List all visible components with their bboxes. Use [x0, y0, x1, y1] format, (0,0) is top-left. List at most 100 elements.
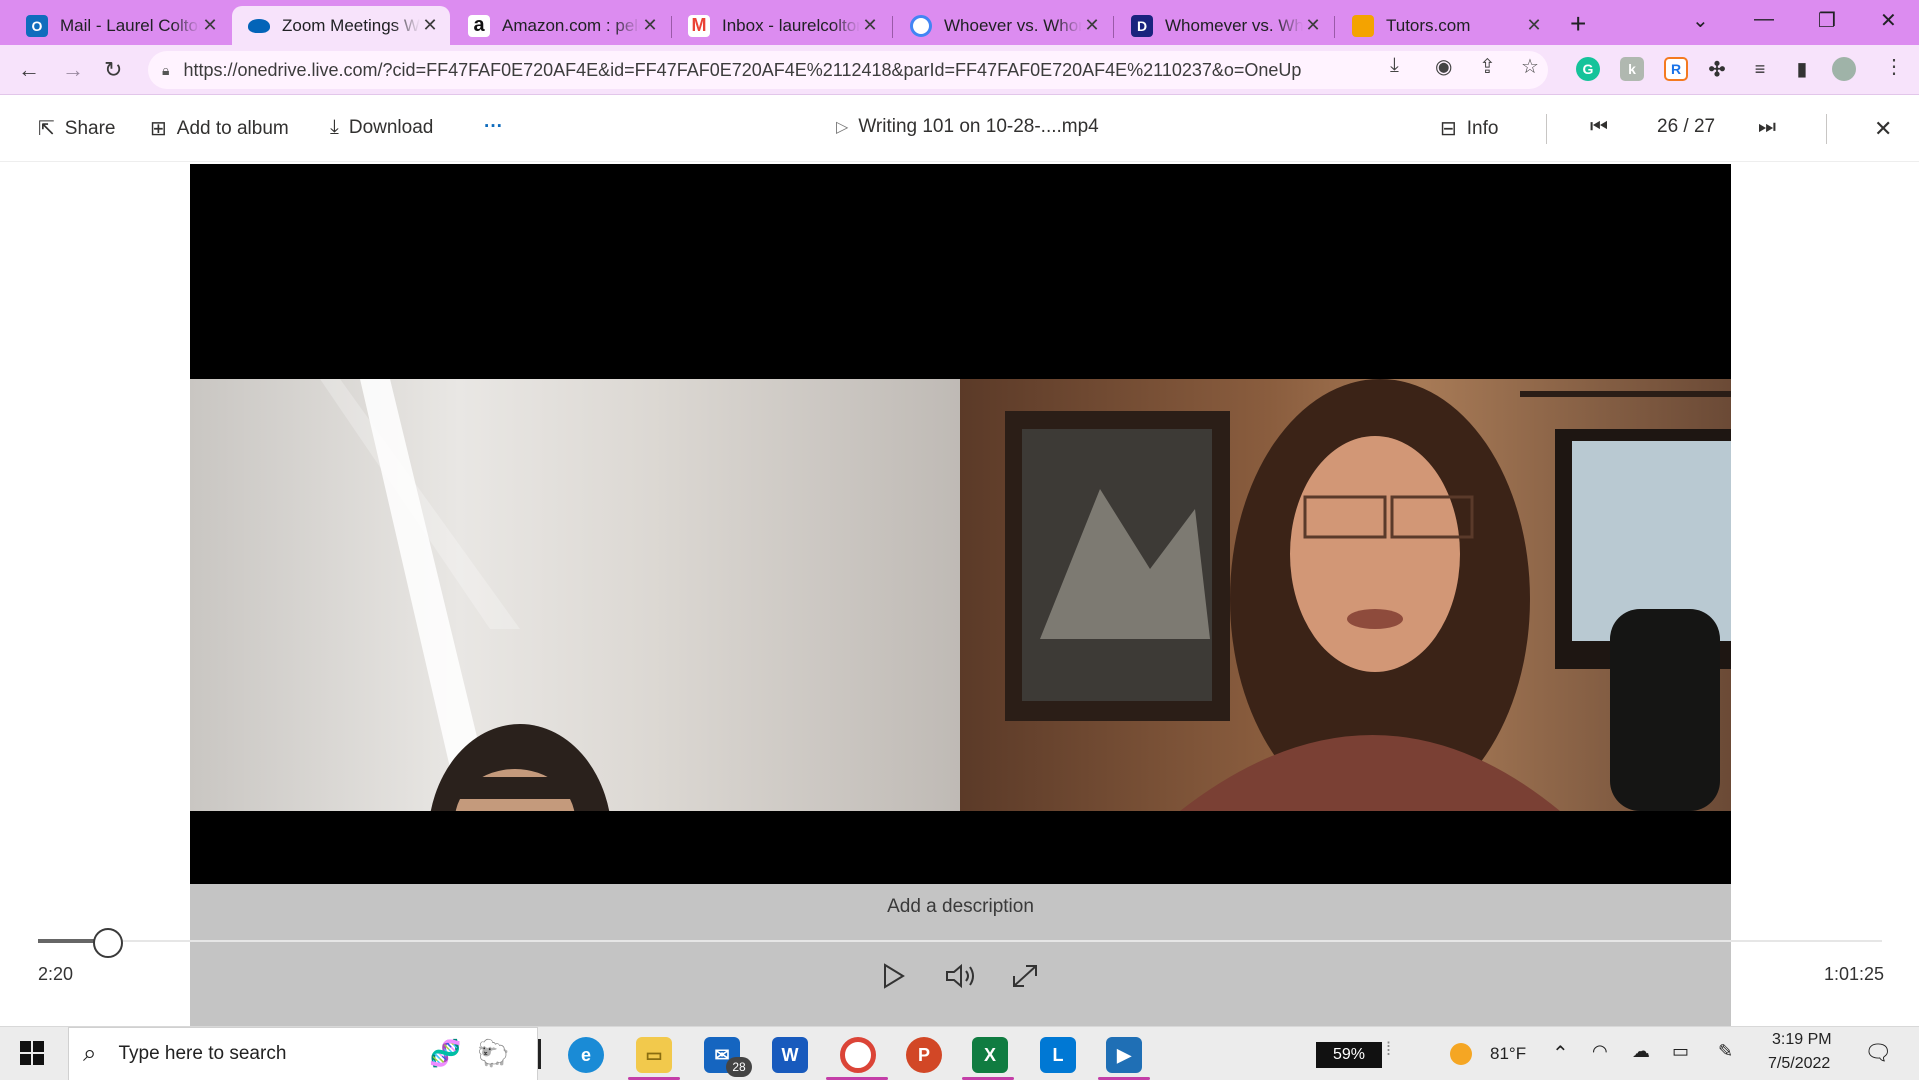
- weather-temp[interactable]: 81°F: [1490, 1044, 1526, 1064]
- fullscreen-button[interactable]: [1010, 962, 1040, 997]
- tab-gmail[interactable]: M Inbox - laurelcolton ✕: [672, 6, 890, 45]
- previous-item-button[interactable]: ⏮: [1590, 116, 1608, 139]
- tab-mail[interactable]: O Mail - Laurel Colton ✕: [10, 6, 230, 45]
- onedrive-cloud-icon[interactable]: ☁︎: [1632, 1041, 1650, 1062]
- lock-icon[interactable]: 🔒︎: [162, 62, 169, 79]
- file-explorer-app-icon[interactable]: ▭: [636, 1037, 672, 1073]
- restore-icon[interactable]: ❐: [1818, 8, 1836, 33]
- side-panel-icon[interactable]: ▮: [1790, 57, 1814, 81]
- clock-time[interactable]: 3:19 PM: [1772, 1031, 1832, 1049]
- amazon-icon: a: [468, 14, 490, 37]
- minimize-icon[interactable]: —: [1754, 8, 1774, 31]
- item-position: 26 / 27: [1657, 116, 1715, 138]
- download-button[interactable]: ⤓ Download: [330, 116, 433, 139]
- tab-search-chevron-icon[interactable]: ⌄: [1692, 8, 1709, 33]
- tab-separator: [1334, 16, 1335, 38]
- back-icon[interactable]: ←: [18, 57, 40, 83]
- share-button[interactable]: ⇱ Share: [38, 116, 115, 141]
- onedrive-command-bar: ⇱ Share ⊞ Add to album ⤓ Download ··· ▷ …: [0, 96, 1919, 162]
- close-icon[interactable]: ✕: [1524, 15, 1544, 36]
- dictionary-icon: D: [1131, 14, 1153, 37]
- search-placeholder: Type here to search: [118, 1043, 287, 1064]
- edge-app-icon[interactable]: e: [568, 1037, 604, 1073]
- seek-thumb[interactable]: [93, 928, 124, 958]
- close-icon[interactable]: ✕: [200, 15, 220, 36]
- media-app-icon[interactable]: ▶: [1106, 1037, 1142, 1073]
- tab-whoever[interactable]: Whoever vs. Whom ✕: [894, 6, 1112, 45]
- browser-toolbar: ← → ↻ 🔒︎ https://onedrive.live.com/?cid=…: [0, 45, 1919, 95]
- close-icon[interactable]: ✕: [420, 15, 440, 36]
- chrome-app-icon[interactable]: [840, 1037, 876, 1073]
- tab-amazon[interactable]: a Amazon.com : pelo ✕: [452, 6, 670, 45]
- word-app-icon[interactable]: W: [772, 1037, 808, 1073]
- add-description-field[interactable]: Add a description: [190, 896, 1731, 918]
- next-item-button[interactable]: ⏭: [1758, 116, 1776, 139]
- tab-whomever[interactable]: D Whomever vs. Who ✕: [1115, 6, 1333, 45]
- tracking-eye-icon[interactable]: ◉: [1435, 54, 1452, 79]
- url-text[interactable]: https://onedrive.live.com/?cid=FF47FAF0E…: [183, 60, 1301, 81]
- info-label: Info: [1466, 117, 1499, 139]
- description-area[interactable]: Add a description: [190, 884, 1731, 1026]
- mic-icon[interactable]: ⁞: [1386, 1039, 1391, 1060]
- tab-title: Inbox - laurelcolton: [722, 15, 860, 35]
- windows-start-button[interactable]: [20, 1041, 44, 1070]
- extension-icon[interactable]: k: [1620, 57, 1644, 81]
- play-button[interactable]: [882, 962, 906, 997]
- new-tab-plus-icon[interactable]: +: [1570, 8, 1586, 40]
- close-icon[interactable]: ✕: [1303, 15, 1323, 36]
- video-frame-right: [1005, 379, 1731, 811]
- tab-title: Tutors.com: [1386, 15, 1471, 35]
- notifications-icon[interactable]: 🗨︎: [1864, 1040, 1892, 1066]
- extensions-puzzle-icon[interactable]: ✣: [1705, 57, 1729, 81]
- share-page-icon[interactable]: ⇪: [1479, 54, 1496, 79]
- bookmark-star-icon[interactable]: ☆: [1521, 54, 1539, 79]
- seek-bar[interactable]: [38, 940, 1882, 942]
- media-control-icon[interactable]: ≡: [1748, 57, 1772, 81]
- readwrite-extension-icon[interactable]: R: [1664, 57, 1688, 81]
- battery-meter[interactable]: 59%: [1316, 1042, 1382, 1068]
- pen-icon[interactable]: ✎: [1718, 1041, 1733, 1062]
- browser-menu-icon[interactable]: ⋮: [1884, 54, 1904, 79]
- info-button[interactable]: ⊟ Info: [1440, 116, 1498, 141]
- profile-avatar[interactable]: [1832, 57, 1856, 81]
- video-feed-right: [960, 379, 1731, 811]
- download-label: Download: [348, 116, 434, 138]
- taskbar-search[interactable]: ⌕ Type here to search 🧬 🐑: [68, 1027, 538, 1080]
- tab-onedrive[interactable]: Zoom Meetings W ✕: [232, 6, 450, 45]
- forward-icon[interactable]: →: [62, 57, 84, 83]
- reload-icon[interactable]: ↻: [104, 57, 122, 83]
- clock-date[interactable]: 7/5/2022: [1768, 1055, 1830, 1073]
- battery-icon[interactable]: ▭: [1672, 1041, 1689, 1062]
- more-options-label: ···: [484, 116, 503, 137]
- close-icon[interactable]: ✕: [1082, 15, 1102, 36]
- tab-title: Amazon.com : pelo: [502, 15, 640, 35]
- next-icon: ⏭: [1758, 116, 1776, 138]
- powerpoint-app-icon[interactable]: P: [906, 1037, 942, 1073]
- tutors-icon: [1352, 14, 1374, 37]
- close-icon: ✕: [1874, 116, 1893, 141]
- network-icon[interactable]: ◠: [1592, 1041, 1608, 1062]
- add-to-album-button[interactable]: ⊞ Add to album: [150, 116, 289, 141]
- excel-app-icon[interactable]: X: [972, 1037, 1008, 1073]
- tab-title: Mail - Laurel Colton: [60, 15, 200, 35]
- address-bar[interactable]: 🔒︎ https://onedrive.live.com/?cid=FF47FA…: [148, 51, 1548, 89]
- l-app-icon[interactable]: L: [1040, 1037, 1076, 1073]
- file-name: ▷ Writing 101 on 10-28-....mp4: [836, 116, 1099, 138]
- video-player[interactable]: [190, 164, 1731, 884]
- previous-icon: ⏮: [1590, 116, 1608, 138]
- more-options-button[interactable]: ···: [484, 116, 503, 138]
- close-icon[interactable]: ✕: [640, 15, 660, 36]
- close-icon[interactable]: ✕: [860, 15, 880, 36]
- mail-badge: 28: [726, 1057, 752, 1077]
- windows-taskbar: ⌕ Type here to search 🧬 🐑 e ▭ ✉ 28 W P X…: [0, 1026, 1919, 1080]
- tab-tutors[interactable]: Tutors.com ✕: [1336, 6, 1554, 45]
- install-app-icon[interactable]: ⤓: [1390, 54, 1399, 77]
- tray-chevron-up-icon[interactable]: ⌃: [1552, 1041, 1569, 1066]
- gmail-icon: M: [688, 14, 710, 37]
- weather-sun-icon[interactable]: [1450, 1043, 1472, 1065]
- window-close-icon[interactable]: ✕: [1880, 8, 1897, 33]
- search-highlight-sheep-icon: 🐑: [477, 1038, 510, 1068]
- volume-button[interactable]: [944, 962, 978, 997]
- close-viewer-button[interactable]: ✕: [1874, 116, 1892, 142]
- grammarly-extension-icon[interactable]: G: [1576, 57, 1600, 81]
